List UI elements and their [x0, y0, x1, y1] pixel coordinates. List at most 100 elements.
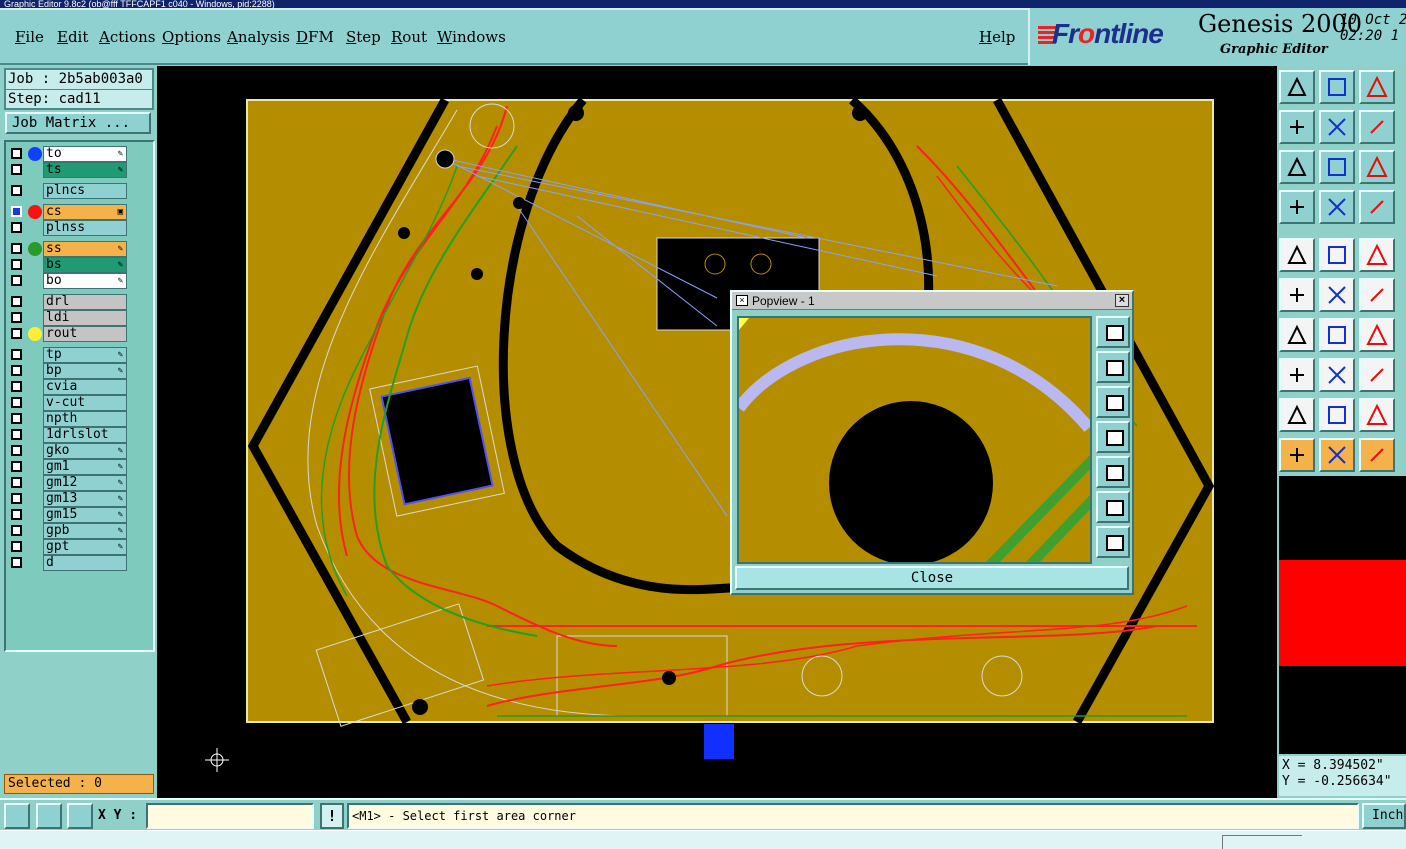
layer-checkbox[interactable] — [11, 413, 22, 424]
pointer-select-icon[interactable] — [1319, 438, 1355, 472]
menu-windows[interactable]: Windows — [437, 28, 506, 46]
menu-help[interactable]: Help — [979, 28, 1015, 46]
popview-zoom-view[interactable] — [737, 316, 1092, 564]
triangle-edit-icon[interactable] — [1319, 398, 1355, 432]
measure-icon[interactable] — [36, 803, 62, 829]
menu-dfm[interactable]: DFM — [296, 28, 334, 46]
menu-actions[interactable]: Actions — [99, 28, 155, 46]
layer-checkbox[interactable] — [11, 185, 22, 196]
menu-analysis[interactable]: Analysis — [227, 28, 290, 46]
grid-icon[interactable] — [67, 803, 93, 829]
layer-name[interactable]: to ✎ — [43, 146, 127, 162]
layer-checkbox[interactable] — [11, 397, 22, 408]
layer-name[interactable]: 1drlslot — [43, 427, 127, 443]
split-line-icon[interactable] — [1319, 358, 1355, 392]
layer-name[interactable]: gpb ✎ — [43, 523, 127, 539]
fit-screen-icon[interactable] — [1279, 150, 1315, 184]
layer-checkbox[interactable] — [11, 328, 22, 339]
zoom-area-icon[interactable] — [4, 803, 30, 829]
xy-input[interactable] — [146, 803, 314, 829]
close-icon[interactable]: × — [1115, 294, 1129, 307]
pan-down-icon[interactable] — [1319, 70, 1355, 104]
layer-checkbox[interactable] — [11, 381, 22, 392]
layer-checkbox[interactable] — [11, 275, 22, 286]
menu-edit[interactable]: Edit — [57, 28, 88, 46]
grid-toggle-icon[interactable] — [1319, 190, 1355, 224]
popview-title-bar[interactable]: × Popview - 1 × — [732, 292, 1132, 310]
snap-point-icon[interactable] — [1279, 358, 1315, 392]
move-node-icon[interactable] — [1359, 278, 1395, 312]
popview-pan-up-icon[interactable] — [1096, 351, 1130, 383]
layer-name[interactable]: ldi — [43, 310, 127, 326]
layer-name[interactable]: gm15 ✎ — [43, 507, 127, 523]
layer-checkbox[interactable] — [11, 429, 22, 440]
connect-icon[interactable] — [1279, 278, 1315, 312]
pad-icon[interactable] — [1279, 238, 1315, 272]
layer-name[interactable]: gm1 ✎ — [43, 459, 127, 475]
home-icon[interactable] — [1359, 70, 1395, 104]
layer-checkbox[interactable] — [11, 477, 22, 488]
popview-zoom-out-icon[interactable] — [1096, 491, 1130, 523]
pan-left-icon[interactable] — [1279, 110, 1315, 144]
layer-name[interactable]: rout — [43, 326, 127, 342]
popview-pan-down-icon[interactable] — [1096, 386, 1130, 418]
popview-zoom-icon[interactable] — [1096, 316, 1130, 348]
layer-checkbox[interactable] — [11, 493, 22, 504]
layer-checkbox[interactable] — [11, 557, 22, 568]
layer-name[interactable]: plnss — [43, 220, 127, 236]
menu-step[interactable]: Step — [346, 28, 381, 46]
layer-name[interactable]: bs ✎ — [43, 257, 127, 273]
layer-checkbox[interactable] — [11, 445, 22, 456]
popview-pan-right-icon[interactable] — [1096, 456, 1130, 488]
layer-stack-icon[interactable] — [1359, 190, 1395, 224]
edit-line-icon[interactable] — [1319, 318, 1355, 352]
job-matrix-button[interactable]: Job Matrix ... — [5, 112, 151, 134]
popview-close-button[interactable]: Close — [735, 566, 1129, 590]
align-icon[interactable] — [1359, 358, 1395, 392]
pan-up-icon[interactable] — [1279, 70, 1315, 104]
line-color-icon[interactable] — [1319, 238, 1355, 272]
layer-name[interactable]: gko ✎ — [43, 443, 127, 459]
units-button[interactable]: Inch — [1362, 803, 1406, 829]
layer-name[interactable]: npth — [43, 411, 127, 427]
rotate-icon[interactable] — [1359, 318, 1395, 352]
layer-name[interactable]: gpt ✎ — [43, 539, 127, 555]
pointer-target-icon[interactable] — [1359, 438, 1395, 472]
layer-name[interactable]: plncs — [43, 183, 127, 199]
layer-name[interactable]: v-cut — [43, 395, 127, 411]
menu-rout[interactable]: Rout — [391, 28, 427, 46]
layer-checkbox[interactable] — [11, 243, 22, 254]
layer-checkbox[interactable] — [11, 164, 22, 175]
layer-checkbox[interactable] — [11, 206, 22, 217]
ruler-icon[interactable] — [1359, 238, 1395, 272]
layer-name[interactable]: cvia — [43, 379, 127, 395]
menu-options[interactable]: Options — [162, 28, 221, 46]
zoom-center-icon[interactable] — [1319, 150, 1355, 184]
layer-checkbox[interactable] — [11, 525, 22, 536]
alert-button[interactable]: ! — [320, 803, 344, 829]
scale-icon[interactable] — [1359, 150, 1395, 184]
layer-name[interactable]: bo ✎ — [43, 273, 127, 289]
layer-checkbox[interactable] — [11, 541, 22, 552]
layer-checkbox[interactable] — [11, 259, 22, 270]
layer-checkbox[interactable] — [11, 349, 22, 360]
layer-name[interactable]: ss ✎ — [43, 241, 127, 257]
pan-right-icon[interactable] — [1319, 110, 1355, 144]
layer-checkbox[interactable] — [11, 296, 22, 307]
layer-name[interactable]: drl — [43, 294, 127, 310]
layer-name[interactable]: cs ▣ — [43, 204, 127, 220]
layer-checkbox[interactable] — [11, 148, 22, 159]
triangle-red-icon[interactable] — [1359, 398, 1395, 432]
layer-name[interactable]: gm13 ✎ — [43, 491, 127, 507]
triangle-warn-icon[interactable] — [1279, 398, 1315, 432]
layer-checkbox[interactable] — [11, 222, 22, 233]
layer-checkbox[interactable] — [11, 509, 22, 520]
menu-file[interactable]: File — [15, 28, 44, 46]
layer-checkbox[interactable] — [11, 365, 22, 376]
delete-cross-icon[interactable] — [1319, 278, 1355, 312]
popview-zoom-in-icon[interactable] — [1096, 526, 1130, 558]
pointer-icon[interactable] — [1279, 438, 1315, 472]
layer-checkbox[interactable] — [11, 312, 22, 323]
layer-name[interactable]: gm12 ✎ — [43, 475, 127, 491]
layer-name[interactable]: bp ✎ — [43, 363, 127, 379]
